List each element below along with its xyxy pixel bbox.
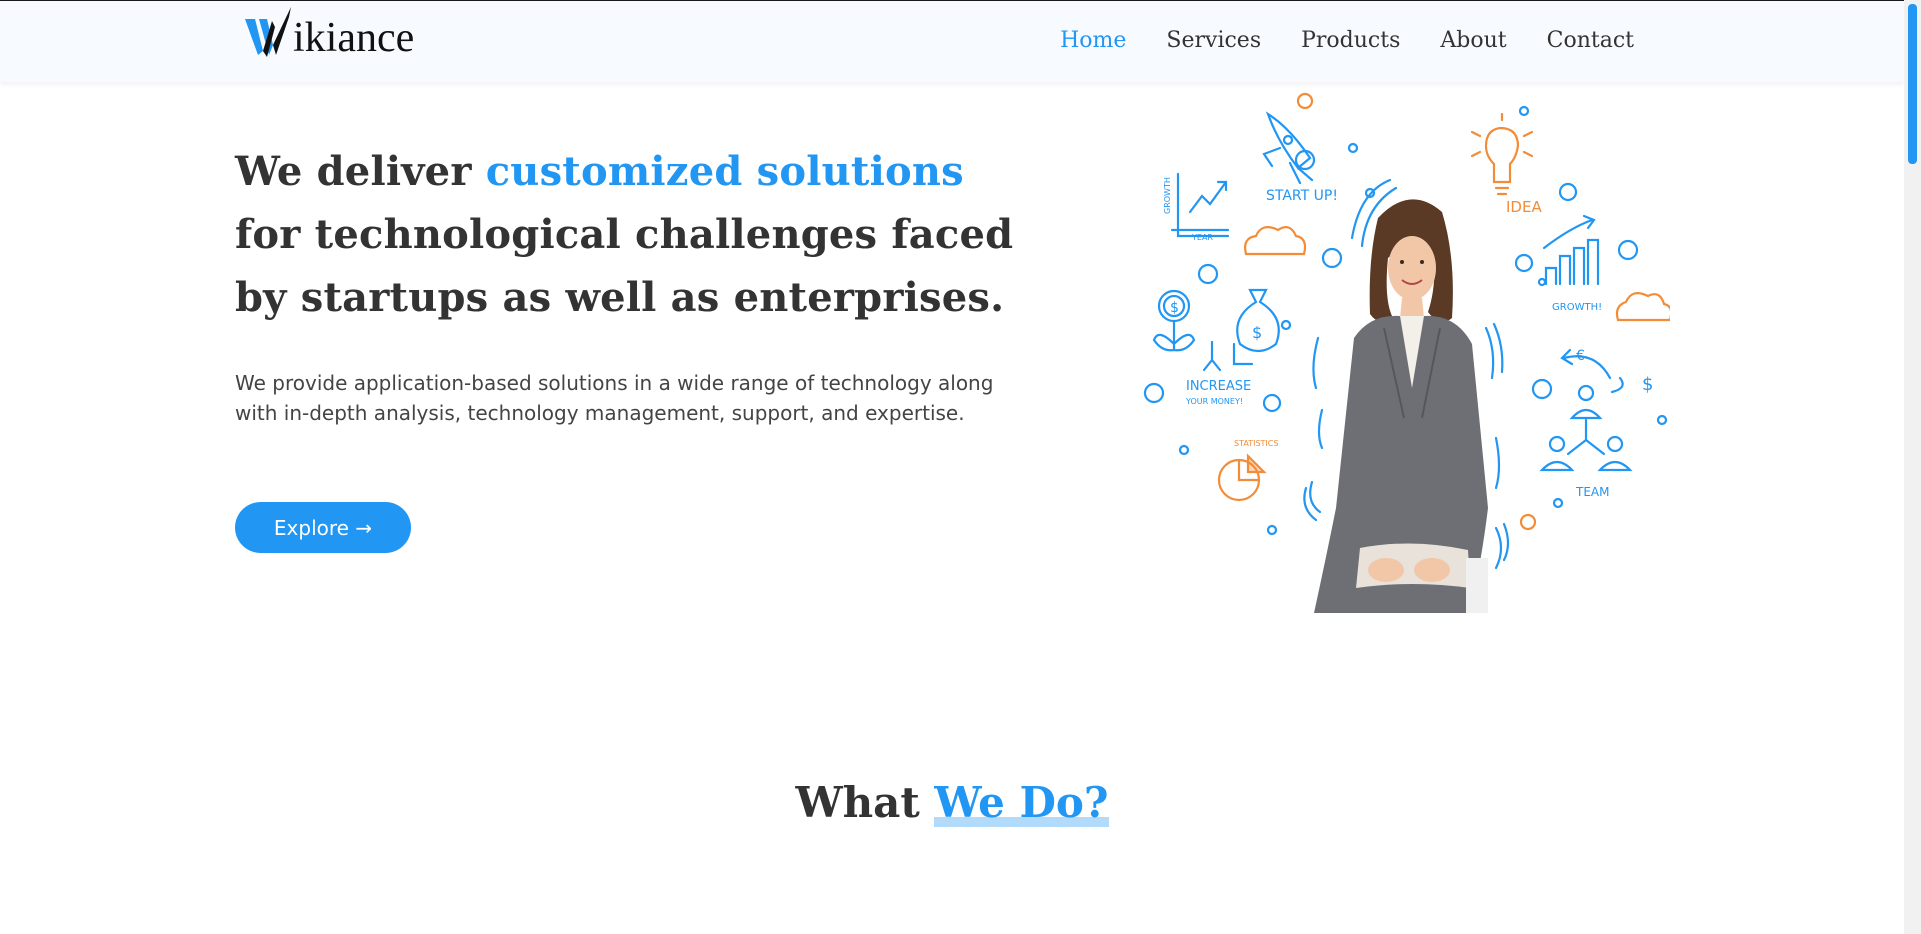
site-header: ikiance Home Services Products About Con…	[0, 0, 1904, 82]
label-euro: €	[1576, 348, 1585, 364]
scrollbar-thumb[interactable]	[1908, 4, 1917, 164]
brand-logo[interactable]: ikiance	[245, 5, 414, 63]
nav-item-products[interactable]: Products	[1281, 21, 1420, 61]
logo-mark-icon	[245, 7, 291, 57]
hero-illustration: START UP! GROWTH YEAR GROWTH! INCREASE Y…	[1143, 92, 1670, 613]
label-bag-dollar: $	[1252, 323, 1262, 342]
hero-title-post: for technological challenges faced by st…	[235, 211, 1014, 321]
label-team: TEAM	[1575, 485, 1609, 499]
hero-title-accent: customized solutions	[485, 148, 964, 195]
section-title: What We Do?	[0, 778, 1904, 827]
nav-item-home[interactable]: Home	[1040, 21, 1146, 61]
label-growth-left: GROWTH	[1163, 177, 1172, 214]
hero-title: We deliver customized solutions for tech…	[235, 140, 1025, 329]
hero-title-pre: We deliver	[235, 148, 486, 195]
brand-name: ikiance	[293, 15, 415, 61]
label-dollar: $	[1642, 374, 1653, 395]
hero-description: We provide application-based solutions i…	[235, 371, 994, 425]
label-your-money: YOUR MONEY!	[1185, 397, 1243, 406]
page-scrollbar[interactable]	[1904, 0, 1921, 934]
section-title-pre: What	[795, 778, 935, 827]
label-increase: INCREASE	[1186, 379, 1251, 394]
main-nav: Home Services Products About Contact	[1040, 21, 1654, 61]
label-idea: IDEA	[1506, 198, 1542, 216]
nav-item-about[interactable]: About	[1420, 21, 1526, 61]
nav-item-services[interactable]: Services	[1146, 21, 1281, 61]
section-title-accent: We Do?	[934, 778, 1109, 827]
label-startup: START UP!	[1266, 188, 1338, 204]
label-growth-right: GROWTH!	[1552, 302, 1602, 313]
label-statistics: STATISTICS	[1234, 439, 1278, 448]
nav-item-contact[interactable]: Contact	[1527, 21, 1654, 61]
explore-button[interactable]: Explore →	[235, 502, 411, 553]
label-year: YEAR	[1191, 233, 1213, 242]
label-coin-dollar: $	[1170, 300, 1179, 316]
